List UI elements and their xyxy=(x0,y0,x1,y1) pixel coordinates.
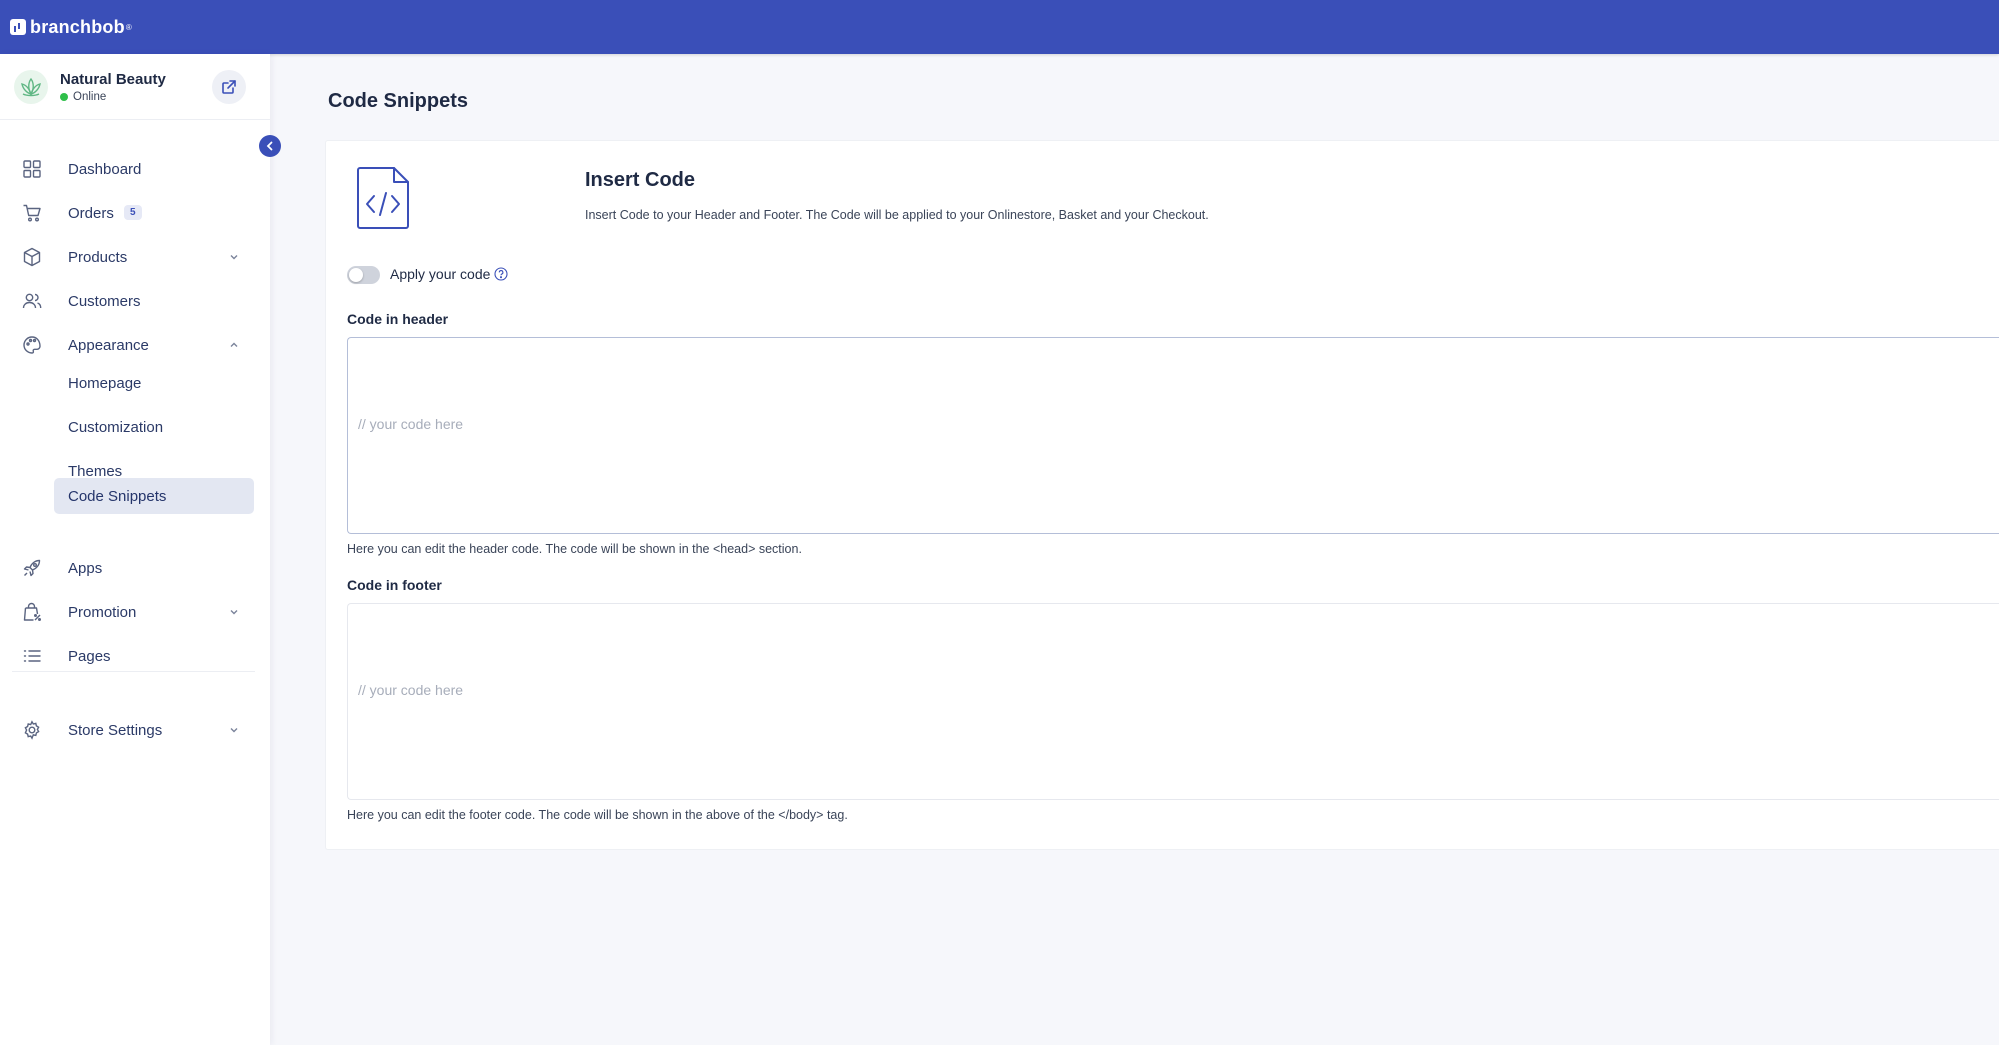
insert-code-card: Insert Code Insert Code to your Header a… xyxy=(325,140,1999,850)
apply-code-toggle[interactable] xyxy=(347,266,380,284)
chevron-down-icon[interactable] xyxy=(228,606,240,618)
sidebar-item-orders[interactable]: Orders 5 xyxy=(0,193,270,233)
sidebar-item-dashboard[interactable]: Dashboard xyxy=(0,149,270,189)
dashboard-grid-icon xyxy=(23,160,41,178)
sidebar-item-appearance[interactable]: Appearance xyxy=(0,325,270,365)
store-status: Online xyxy=(60,91,166,103)
header-code-help: Here you can edit the header code. The c… xyxy=(347,542,802,556)
sidebar-item-label: Pages xyxy=(68,647,111,665)
footer-code-label: Code in footer xyxy=(347,577,442,593)
footer-code-input[interactable] xyxy=(347,603,1999,800)
sidebar-item-label: Apps xyxy=(68,559,103,577)
users-icon xyxy=(22,293,42,309)
list-icon xyxy=(23,650,41,662)
help-circle-icon[interactable] xyxy=(494,267,508,281)
box-icon xyxy=(23,247,41,267)
sidebar-item-label: Dashboard xyxy=(68,160,142,178)
store-status-label: Online xyxy=(73,90,107,103)
sidebar-item-store-settings[interactable]: Store Settings xyxy=(0,710,270,750)
lotus-icon xyxy=(21,77,41,96)
main-content: Code Snippets Insert Code Insert Code to… xyxy=(270,54,1999,1045)
sidebar-divider xyxy=(12,671,255,672)
brand-name: branchbob xyxy=(30,16,125,37)
collapse-sidebar-button[interactable] xyxy=(259,135,281,157)
sidebar-item-label: Customers xyxy=(68,292,141,310)
cart-icon xyxy=(23,204,41,222)
shopping-bag-percent-icon xyxy=(23,602,42,622)
sidebar-item-label: Store Settings xyxy=(68,721,163,739)
sidebar-item-apps[interactable]: Apps xyxy=(0,548,270,588)
palette-icon xyxy=(23,336,41,354)
orders-count-badge: 5 xyxy=(124,205,142,220)
top-bar: branchbob ® xyxy=(0,0,1999,54)
sidebar-subitem-customization[interactable]: Customization xyxy=(54,409,254,445)
chevron-down-icon[interactable] xyxy=(228,724,240,736)
sidebar-item-label: Promotion xyxy=(68,603,137,621)
sidebar-item-label: Orders xyxy=(68,204,114,222)
chevron-down-icon[interactable] xyxy=(228,251,240,263)
store-header: Natural Beauty Online xyxy=(0,54,270,120)
sidebar-subitem-homepage[interactable]: Homepage xyxy=(54,365,254,401)
page-title: Code Snippets xyxy=(328,90,469,112)
sidebar: Natural Beauty Online Dashboard Orders 5 xyxy=(0,54,270,1045)
code-file-icon xyxy=(357,167,409,229)
logo-icon xyxy=(10,19,26,35)
chevron-up-icon[interactable] xyxy=(228,339,240,351)
card-title: Insert Code xyxy=(585,169,696,191)
footer-code-help: Here you can edit the footer code. The c… xyxy=(347,808,848,822)
header-code-input[interactable] xyxy=(347,337,1999,534)
sidebar-item-products[interactable]: Products xyxy=(0,237,270,277)
online-status-dot xyxy=(60,92,68,101)
rocket-icon xyxy=(23,559,41,577)
header-code-label: Code in header xyxy=(347,311,449,327)
open-store-button[interactable] xyxy=(212,70,246,104)
sidebar-item-promotion[interactable]: Promotion xyxy=(0,592,270,632)
gear-icon xyxy=(24,720,40,740)
sidebar-item-pages[interactable]: Pages xyxy=(0,636,270,676)
apply-code-label: Apply your code xyxy=(390,266,508,282)
sidebar-item-label: Products xyxy=(68,248,128,266)
sidebar-item-customers[interactable]: Customers xyxy=(0,281,270,321)
card-description: Insert Code to your Header and Footer. T… xyxy=(585,208,1209,222)
chevron-left-icon xyxy=(266,141,273,151)
sidebar-item-label: Appearance xyxy=(68,336,149,354)
brand-registered-mark: ® xyxy=(125,22,132,32)
brand-logo[interactable]: branchbob ® xyxy=(10,17,132,38)
store-name: Natural Beauty xyxy=(60,70,166,88)
sidebar-subitem-code-snippets[interactable]: Code Snippets xyxy=(54,478,254,514)
store-avatar[interactable] xyxy=(14,69,48,104)
apply-code-label-text: Apply your code xyxy=(390,266,491,282)
external-link-icon xyxy=(222,80,236,94)
